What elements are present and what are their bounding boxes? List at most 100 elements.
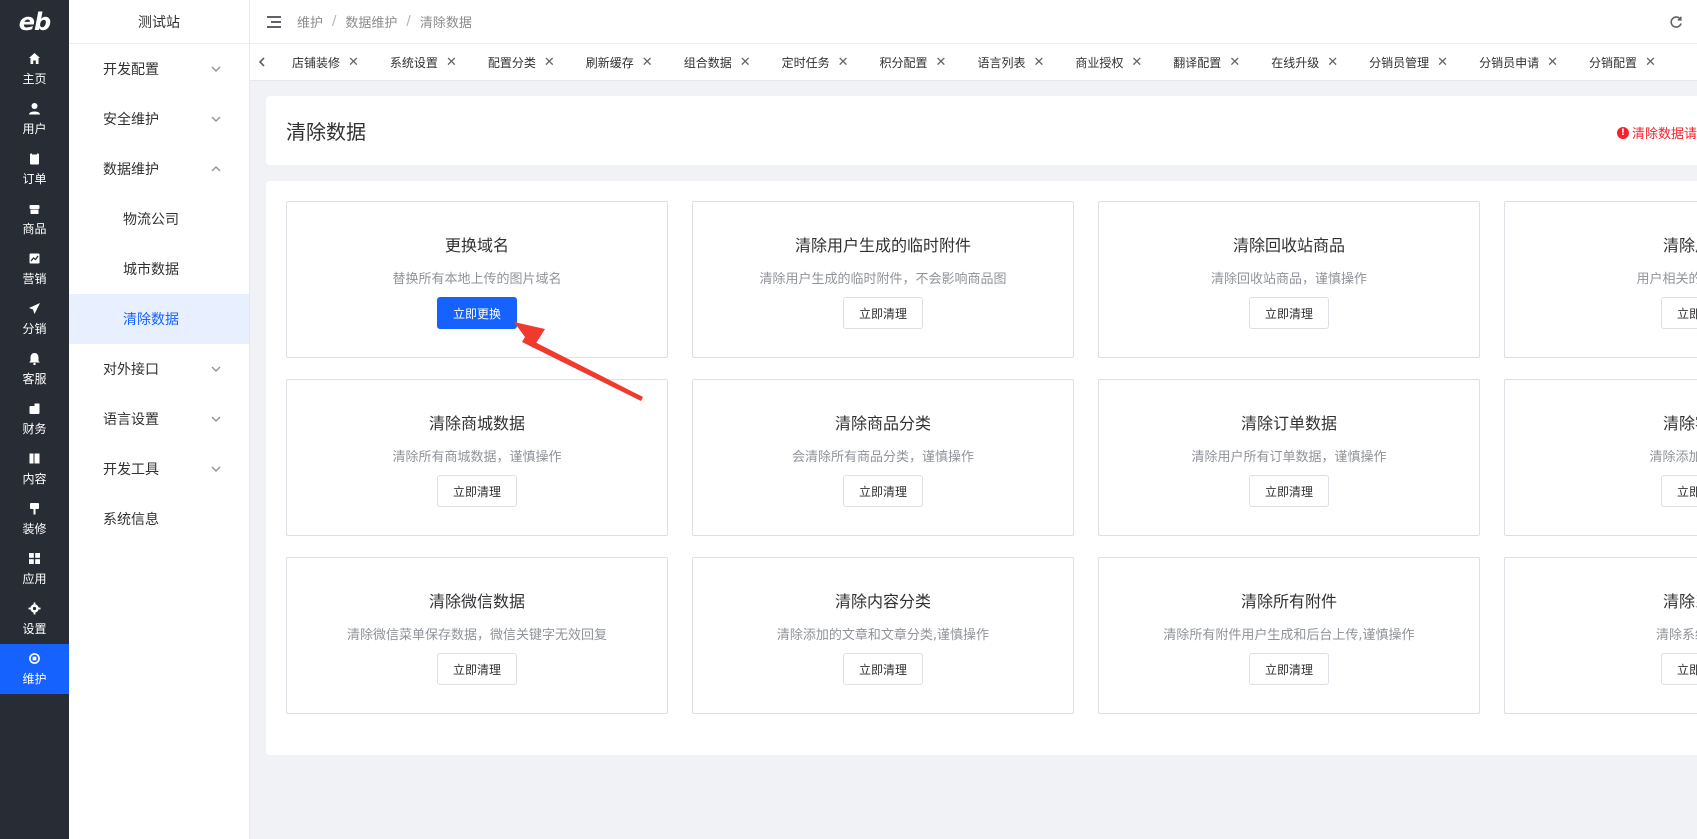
tab-0[interactable]: 店铺装修 ✕ (292, 54, 359, 71)
card-description: 清除回收站商品，谨慎操作 (1210, 272, 1367, 287)
card-description: 清除添加的文章和文章分类,谨慎操作 (776, 628, 990, 643)
tab-2[interactable]: 配置分类 ✕ (488, 54, 555, 71)
tab-6[interactable]: 积分配置 ✕ (880, 54, 947, 71)
rail-item-label: 主页 (22, 71, 47, 86)
card-title: 清除微信数据 (428, 592, 525, 611)
close-icon[interactable]: ✕ (348, 55, 359, 70)
replace-domain-button[interactable]: 立即更换 (436, 297, 518, 329)
info-icon: ! (1616, 126, 1629, 139)
rail-item-apps-grid[interactable]: 应用 (0, 544, 69, 594)
rail-item-label: 客服 (22, 371, 47, 386)
clear-button[interactable]: 立即清理 (436, 653, 518, 685)
card-description: 清除用户所有订单数据，谨慎操作 (1191, 450, 1387, 465)
tab-5[interactable]: 定时任务 ✕ (782, 54, 849, 71)
clear-button[interactable]: 立即清 (1660, 475, 1697, 507)
tag-list: 店铺装修 ✕ 系统设置 ✕ 配置分类 ✕ 刷新缓存 ✕ 组合数据 ✕ 定时任务 ✕ 积分配置 ✕ 语言列表 ✕… (292, 54, 1687, 71)
subnav-group-label: 开发配置 (103, 62, 159, 78)
card-title: 清除客服 (1662, 414, 1697, 433)
breadcrumb-separator: / (332, 14, 337, 29)
breadcrumb-item[interactable]: 数据维护 (345, 12, 397, 31)
subnav-group-devtools[interactable]: 开发工具 (69, 444, 249, 494)
subnav-group-api[interactable]: 对外接口 (69, 344, 249, 394)
rail-item-bell[interactable]: 客服 (0, 344, 69, 394)
close-icon[interactable]: ✕ (544, 55, 555, 70)
subnav-item-logistics[interactable]: 物流公司 (69, 194, 249, 244)
refresh-icon[interactable] (1669, 14, 1683, 28)
tab-label: 语言列表 (977, 55, 1026, 70)
breadcrumb-separator: / (406, 14, 411, 29)
goods-icon (28, 202, 42, 216)
subnav-item-clear-data[interactable]: 清除数据 (69, 294, 249, 344)
card-description: 清除所有附件用户生成和后台上传,谨慎操作 (1163, 628, 1415, 643)
close-icon[interactable]: ✕ (1229, 55, 1240, 70)
close-icon[interactable]: ✕ (838, 55, 849, 70)
close-icon[interactable]: ✕ (1645, 55, 1656, 70)
subnav-item-city-data[interactable]: 城市数据 (69, 244, 249, 294)
card-title: 清除用户生成的临时附件 (794, 236, 971, 255)
clear-button[interactable]: 立即清理 (842, 297, 924, 329)
close-icon[interactable]: ✕ (642, 55, 653, 70)
rail-item-label: 设置 (22, 621, 47, 636)
sub-sidebar: 测试站 开发配置 安全维护 数据维护 物流公司 城市数据 清除数据 对外接口 语… (69, 0, 250, 839)
operation-card: 清除用户用户相关的所有表都立即清 (1504, 201, 1697, 358)
rail-item-content[interactable]: 内容 (0, 444, 69, 494)
close-icon[interactable]: ✕ (936, 55, 947, 70)
app-logo[interactable]: eb (0, 0, 69, 44)
chevron-left-icon[interactable] (254, 54, 270, 70)
card-title: 清除系统 (1662, 592, 1697, 611)
rail-item-label: 分销 (22, 321, 47, 336)
tab-10[interactable]: 在线升级 ✕ (1271, 54, 1338, 71)
rail-item-gear[interactable]: 设置 (0, 594, 69, 644)
tab-3[interactable]: 刷新缓存 ✕ (586, 54, 653, 71)
tab-label: 分销员管理 (1369, 55, 1430, 70)
subnav-group-data[interactable]: 数据维护 (69, 144, 249, 194)
card-description: 清除添加的客服 (1649, 450, 1697, 465)
tab-11[interactable]: 分销员管理 ✕ (1369, 54, 1448, 71)
page-header-card: 清除数据 ! 清除数据请 (266, 96, 1697, 165)
clear-button[interactable]: 立即清理 (842, 475, 924, 507)
rail-item-order[interactable]: 订单 (0, 144, 69, 194)
clear-button[interactable]: 立即清理 (1248, 653, 1330, 685)
close-icon[interactable]: ✕ (1131, 55, 1142, 70)
subnav-group-sysinfo[interactable]: 系统信息 (69, 494, 249, 544)
rail-item-user[interactable]: 用户 (0, 94, 69, 144)
close-icon[interactable]: ✕ (446, 55, 457, 70)
tab-8[interactable]: 商业授权 ✕ (1075, 54, 1142, 71)
bell-icon (28, 352, 42, 366)
rail-item-home[interactable]: 主页 (0, 44, 69, 94)
tab-7[interactable]: 语言列表 ✕ (977, 54, 1044, 71)
rail-item-marketing[interactable]: 营销 (0, 244, 69, 294)
rail-item-decorate[interactable]: 装修 (0, 494, 69, 544)
tab-4[interactable]: 组合数据 ✕ (684, 54, 751, 71)
tab-label: 定时任务 (781, 55, 830, 70)
clear-button[interactable]: 立即清 (1660, 653, 1697, 685)
clear-button[interactable]: 立即清 (1660, 297, 1697, 329)
clear-button[interactable]: 立即清理 (436, 475, 518, 507)
clear-button[interactable]: 立即清理 (842, 653, 924, 685)
tab-12[interactable]: 分销员申请 ✕ (1479, 54, 1558, 71)
subnav-group-dev-config[interactable]: 开发配置 (69, 44, 249, 94)
card-description: 清除系统记录 (1655, 628, 1697, 643)
card-description: 清除微信菜单保存数据，微信关键字无效回复 (346, 628, 607, 643)
chevron-down-icon (211, 364, 221, 374)
tab-13[interactable]: 分销配置 ✕ (1589, 54, 1656, 71)
close-icon[interactable]: ✕ (1437, 55, 1448, 70)
tab-label: 分销配置 (1588, 55, 1637, 70)
close-icon[interactable]: ✕ (1327, 55, 1338, 70)
tab-1[interactable]: 系统设置 ✕ (390, 54, 457, 71)
rail-item-finance[interactable]: 财务 (0, 394, 69, 444)
rail-item-send[interactable]: 分销 (0, 294, 69, 344)
tab-9[interactable]: 翻译配置 ✕ (1173, 54, 1240, 71)
subnav-group-security[interactable]: 安全维护 (69, 94, 249, 144)
menu-collapse-icon[interactable] (267, 15, 281, 28)
clear-button[interactable]: 立即清理 (1248, 297, 1330, 329)
rail-item-goods[interactable]: 商品 (0, 194, 69, 244)
subnav-group-language[interactable]: 语言设置 (69, 394, 249, 444)
close-icon[interactable]: ✕ (1033, 55, 1044, 70)
clear-button[interactable]: 立即清理 (1248, 475, 1330, 507)
rail-item-maintenance[interactable]: 维护 (0, 644, 69, 694)
close-icon[interactable]: ✕ (740, 55, 751, 70)
close-icon[interactable]: ✕ (1547, 55, 1558, 70)
rail-item-label: 财务 (22, 421, 47, 436)
breadcrumb-item[interactable]: 维护 (297, 12, 323, 31)
